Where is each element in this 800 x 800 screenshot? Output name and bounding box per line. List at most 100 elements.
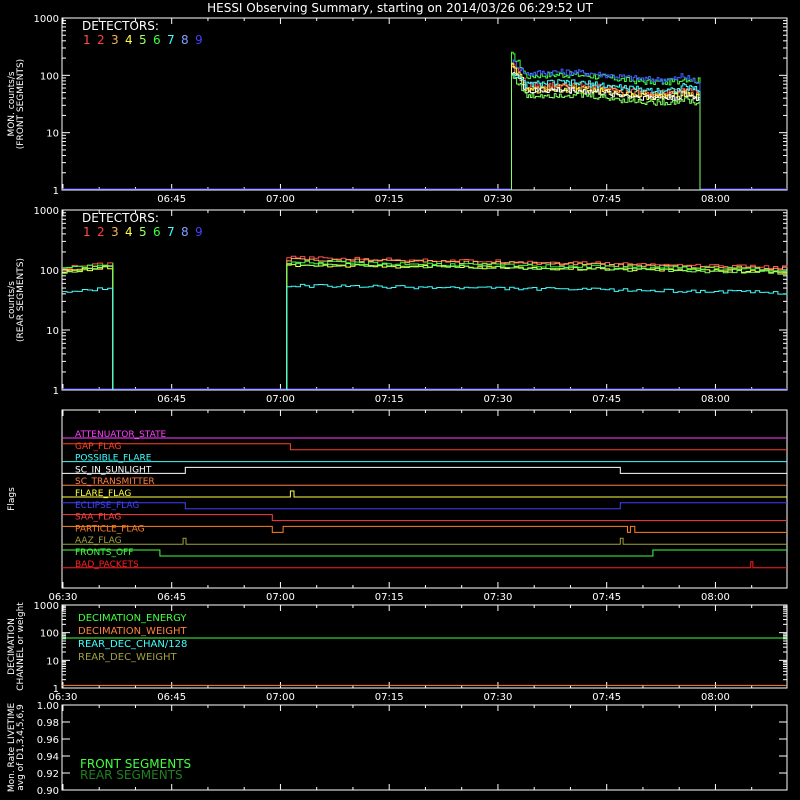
rear-xtick-label: 07:30 xyxy=(484,394,513,405)
rear-ytick-label: 1 xyxy=(53,386,59,397)
flag-line xyxy=(62,514,787,522)
livetime-ytick-label: 0.96 xyxy=(37,735,59,746)
front-legend-entry: 6 xyxy=(153,33,161,47)
rear-legend-entry: 5 xyxy=(139,225,147,239)
front-xtick-label: 07:15 xyxy=(375,194,404,205)
front-legend-entry: 2 xyxy=(97,33,105,47)
front-legend-title: DETECTORS: xyxy=(82,19,159,33)
rear-ytick-label: 1000 xyxy=(34,206,59,217)
chart-canvas: HESSI Observing Summary, starting on 201… xyxy=(7,1,788,797)
decimation-xtick-label: 07:00 xyxy=(266,692,295,703)
rear-xtick-label: 07:15 xyxy=(375,394,404,405)
front-series-line xyxy=(511,62,701,190)
flags-xtick-label: 07:00 xyxy=(266,592,295,603)
rear-series-line xyxy=(286,264,788,390)
decimation-legend-entry: REAR_DEC_CHAN/128 xyxy=(78,639,187,650)
front-legend-entry: 7 xyxy=(167,33,175,47)
decimation-xtick-label: 06:45 xyxy=(157,692,186,703)
livetime-ytick-label: 0.90 xyxy=(37,786,59,797)
rear-ytick-label: 100 xyxy=(40,266,59,277)
livetime-legend-entry: REAR SEGMENTS xyxy=(80,768,183,782)
flag-line xyxy=(62,537,787,545)
rear-legend-title: DETECTORS: xyxy=(82,211,159,225)
front-xtick-label: 06:45 xyxy=(157,194,186,205)
flag-line xyxy=(62,466,787,474)
flag-line xyxy=(62,561,787,569)
rear-legend-entry: 3 xyxy=(111,225,119,239)
flags-xtick-label: 07:15 xyxy=(375,592,404,603)
rear-series-line xyxy=(286,260,787,390)
decimation-ytick-label: 10 xyxy=(46,656,59,667)
decimation-ytick-label: 100 xyxy=(40,629,59,640)
observing-summary-figure: HESSI Observing Summary, starting on 201… xyxy=(0,0,800,800)
rear-series-line xyxy=(62,265,114,390)
decimation-legend-entry: DECIMATION_WEIGHT xyxy=(78,626,187,637)
rear-series-line xyxy=(286,262,788,390)
rear-xtick-label: 07:00 xyxy=(266,394,295,405)
front-series-line xyxy=(511,72,701,190)
front-legend-entry: 4 xyxy=(125,33,133,47)
livetime-ylabel: avg of D1,3,4,5,6,9 xyxy=(16,704,26,791)
decimation-panel: 06:30 06:45 07:00 07:15 07:30 07:45 08:00DECIM… xyxy=(7,601,788,703)
front-legend-entry: 8 xyxy=(181,33,189,47)
front-legend-entry: 1 xyxy=(83,33,91,47)
front-panel: 06:45 07:00 07:15 07:30 07:45 08:00MON. count… xyxy=(7,14,788,205)
rear-panel: 06:45 07:00 07:15 07:30 07:45 08:00counts/s (R… xyxy=(7,206,788,405)
front-xtick-label: 07:45 xyxy=(592,194,621,205)
rear-series-line xyxy=(62,266,114,390)
rear-ytick-label: 10 xyxy=(46,326,59,337)
rear-legend-entry: 1 xyxy=(83,225,91,239)
front-xtick-label: 08:00 xyxy=(701,194,730,205)
front-xtick-label: 07:30 xyxy=(484,194,513,205)
decimation-ylabel: CHANNEL or weight xyxy=(16,602,26,691)
livetime-ytick-label: 0.94 xyxy=(37,752,59,763)
front-ylabel: (FRONT SEGMENTS) xyxy=(16,59,26,149)
front-ytick-label: 10 xyxy=(46,129,59,140)
livetime-ytick-label: 0.98 xyxy=(37,718,59,729)
decimation-xtick-label: 07:15 xyxy=(375,692,404,703)
front-series-line xyxy=(511,51,701,190)
decimation-legend-entry: DECIMATION_ENERGY xyxy=(78,613,187,624)
flags-ylabel: Flags xyxy=(7,487,17,511)
livetime-ytick-label: 0.92 xyxy=(37,769,59,780)
rear-legend-entry: 8 xyxy=(181,225,189,239)
decimation-xtick-label: 07:45 xyxy=(592,692,621,703)
flag-line xyxy=(62,502,787,510)
decimation-ytick-label: 1000 xyxy=(34,601,59,612)
front-xtick-label: 07:00 xyxy=(266,194,295,205)
rear-legend-entry: 2 xyxy=(97,225,105,239)
front-legend-entry: 9 xyxy=(195,33,203,47)
flags-xtick-label: 06:45 xyxy=(157,592,186,603)
rear-series-line xyxy=(62,263,114,390)
front-ytick-label: 100 xyxy=(40,71,59,82)
flags-xtick-label: 07:45 xyxy=(592,592,621,603)
rear-series-line xyxy=(62,287,114,390)
rear-legend-entry: 9 xyxy=(195,225,203,239)
flags-panel: 06:30 06:45 07:00 07:15 07:30 07:45 08:00Flags… xyxy=(7,409,788,603)
decimation-xtick-label: 07:30 xyxy=(484,692,513,703)
flag-line xyxy=(62,443,787,451)
livetime-panel: Mon. Rate LIVETIME avg of D1,3,4,5,6,90.9… xyxy=(7,701,788,797)
decimation-xtick-label: 08:00 xyxy=(701,692,730,703)
rear-series-line xyxy=(286,283,788,390)
front-ytick-label: 1000 xyxy=(34,14,59,25)
rear-series-line xyxy=(62,264,114,390)
rear-legend-entry: 7 xyxy=(167,225,175,239)
decimation-legend-entry: REAR_DEC_WEIGHT xyxy=(78,652,177,663)
front-legend-entry: 3 xyxy=(111,33,119,47)
flags-xtick-label: 07:30 xyxy=(484,592,513,603)
rear-series-line xyxy=(286,257,788,390)
rear-xtick-label: 06:45 xyxy=(157,394,186,405)
flag-line xyxy=(62,490,787,498)
front-ytick-label: 1 xyxy=(53,186,59,197)
flag-line xyxy=(62,525,787,533)
decimation-ytick-label: 1 xyxy=(53,684,59,695)
rear-legend-entry: 6 xyxy=(153,225,161,239)
rear-series-line xyxy=(286,255,788,390)
rear-series-line xyxy=(62,262,114,390)
livetime-ytick-label: 1.00 xyxy=(37,701,59,712)
rear-legend-entry: 4 xyxy=(125,225,133,239)
front-legend-entry: 5 xyxy=(139,33,147,47)
rear-xtick-label: 08:00 xyxy=(701,394,730,405)
flag-line xyxy=(62,549,787,557)
